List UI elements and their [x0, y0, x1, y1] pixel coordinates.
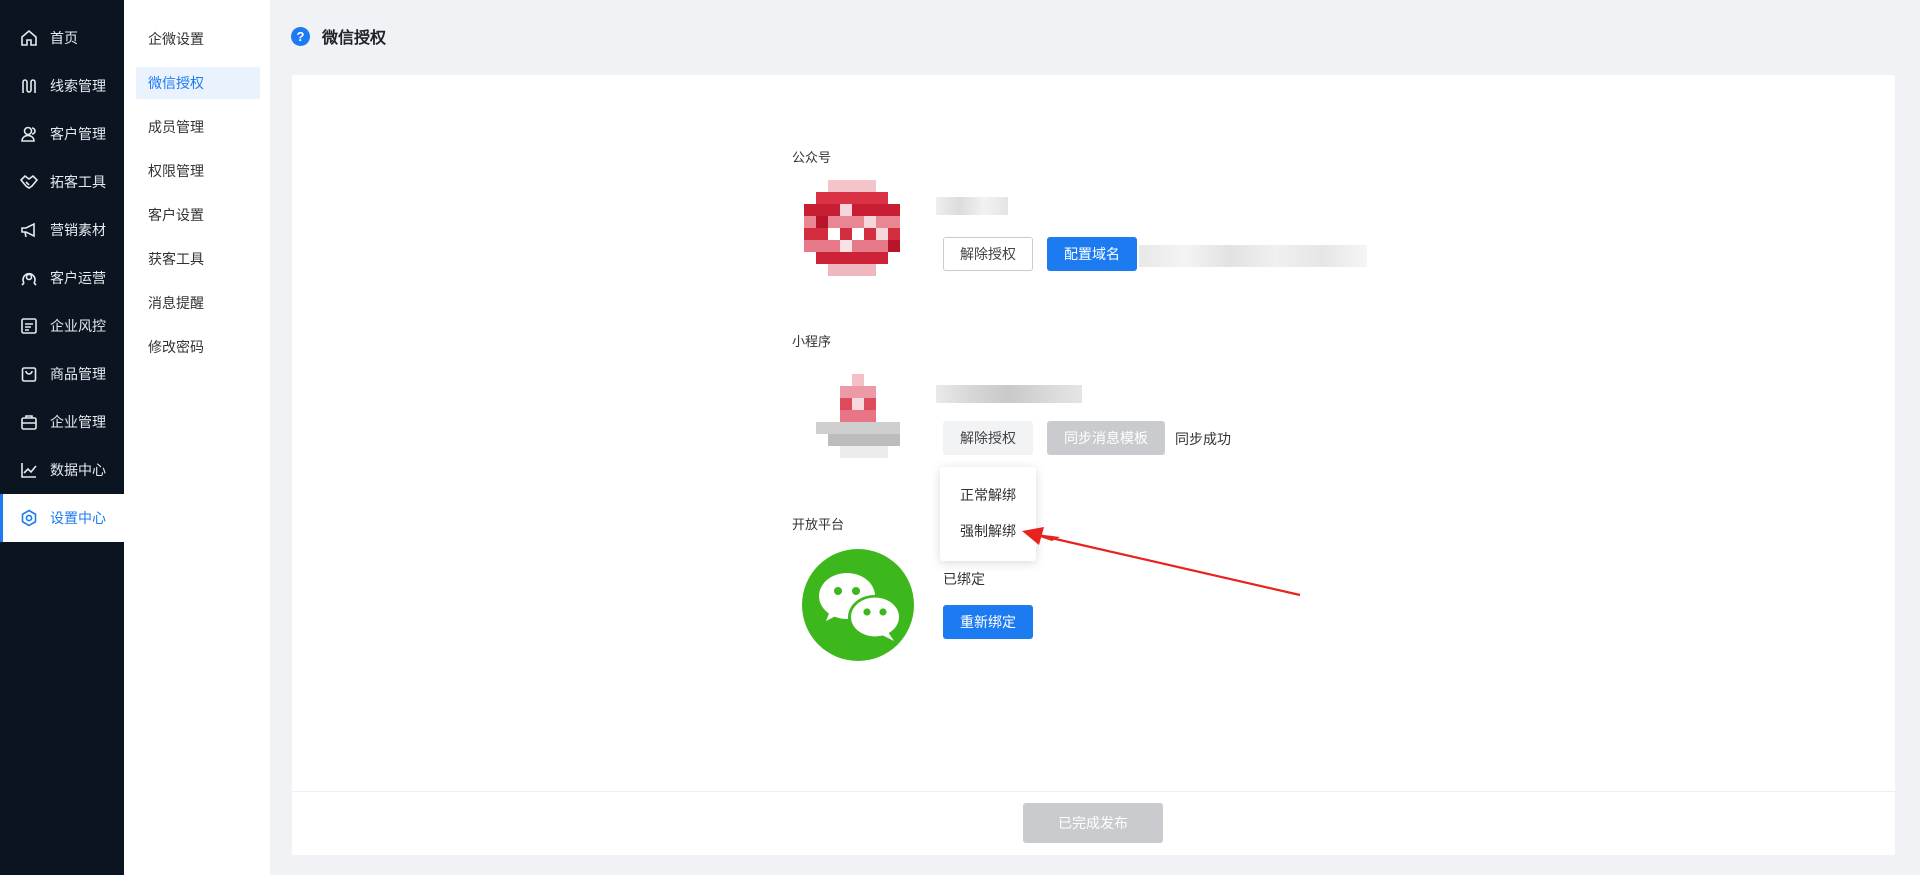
nav-item-label: 设置中心 [50, 510, 106, 526]
nav-item-label: 客户运营 [50, 270, 106, 286]
chart-line-icon [20, 461, 38, 479]
annotation-arrow-icon [1022, 527, 1301, 597]
nav-item-acquisition-tools[interactable]: 拓客工具 [0, 158, 124, 206]
risk-icon [20, 317, 38, 335]
config-domain-button[interactable]: 配置域名 [1047, 237, 1137, 271]
mini-program-name-redacted [936, 385, 1082, 403]
page-title-text: 微信授权 [322, 30, 387, 47]
nav-item-products[interactable]: 商品管理 [0, 350, 124, 398]
nav-item-data-center[interactable]: 数据中心 [0, 446, 124, 494]
nav-item-marketing-materials[interactable]: 营销素材 [0, 206, 124, 254]
mini-program-avatar [816, 374, 900, 458]
submenu-item-permissions[interactable]: 权限管理 [136, 155, 260, 187]
domain-value-redacted [1139, 245, 1367, 267]
nav-item-label: 企业风控 [50, 318, 106, 334]
nav-item-settings[interactable]: 设置中心 [0, 494, 124, 542]
auth-card [292, 75, 1895, 855]
nav-item-label: 首页 [50, 30, 78, 46]
submenu-item-change-password[interactable]: 修改密码 [136, 331, 260, 363]
submenu-item-customer-settings[interactable]: 客户设置 [136, 199, 260, 231]
nav-item-enterprise[interactable]: 企业管理 [0, 398, 124, 446]
official-account-name-redacted [936, 197, 1008, 215]
nav-item-label: 数据中心 [50, 462, 106, 478]
nav-item-label: 客户管理 [50, 126, 106, 142]
nav-item-label: 线索管理 [50, 78, 106, 94]
home-icon [20, 29, 38, 47]
open-platform-status: 已绑定 [943, 571, 985, 587]
operation-icon [20, 269, 38, 287]
page-title: ? 微信授权 [291, 24, 386, 48]
settings-submenu: 企微设置 微信授权 成员管理 权限管理 客户设置 获客工具 消息提醒 修改密码 [124, 0, 270, 875]
nav-item-clues[interactable]: 线索管理 [0, 62, 124, 110]
shopping-bag-icon [20, 365, 38, 383]
nav-item-customers[interactable]: 客户管理 [0, 110, 124, 158]
open-platform-label: 开放平台 [792, 517, 845, 532]
nav-item-label: 拓客工具 [50, 174, 106, 190]
main-sidebar: 首页 线索管理 客户管理 拓客工具 营销素材 客户运营 企业风控 商品管理 企业… [0, 0, 124, 875]
wechat-logo-icon [802, 549, 914, 661]
official-account-unbind-button[interactable]: 解除授权 [943, 237, 1033, 271]
submenu-item-notifications[interactable]: 消息提醒 [136, 287, 260, 319]
mini-program-unbind-button[interactable]: 解除授权 [943, 421, 1033, 455]
nav-item-label: 商品管理 [50, 366, 106, 382]
submenu-item-wecom-settings[interactable]: 企微设置 [136, 23, 260, 55]
users-icon [20, 125, 38, 143]
nav-item-home[interactable]: 首页 [0, 14, 124, 62]
mini-program-label: 小程序 [792, 334, 832, 349]
megaphone-icon [20, 221, 38, 239]
briefcase-icon [20, 413, 38, 431]
normal-unbind-option[interactable]: 正常解绑 [940, 479, 1036, 511]
submenu-item-wechat-auth[interactable]: 微信授权 [136, 67, 260, 99]
submenu-item-members[interactable]: 成员管理 [136, 111, 260, 143]
nav-item-customer-operation[interactable]: 客户运营 [0, 254, 124, 302]
nav-item-label: 营销素材 [50, 222, 106, 238]
nav-item-risk-control[interactable]: 企业风控 [0, 302, 124, 350]
handshake-icon [20, 173, 38, 191]
sync-status-text: 同步成功 [1175, 431, 1231, 447]
official-account-avatar [804, 180, 900, 276]
sync-template-button[interactable]: 同步消息模板 [1047, 421, 1165, 455]
gear-icon [20, 509, 38, 527]
help-icon[interactable]: ? [291, 26, 310, 46]
official-account-label: 公众号 [792, 150, 832, 165]
publish-button[interactable]: 已完成发布 [1023, 803, 1163, 843]
submenu-item-acquisition-tools[interactable]: 获客工具 [136, 243, 260, 275]
nav-item-label: 企业管理 [50, 414, 106, 430]
clue-icon [20, 77, 38, 95]
rebind-button[interactable]: 重新绑定 [943, 605, 1033, 639]
